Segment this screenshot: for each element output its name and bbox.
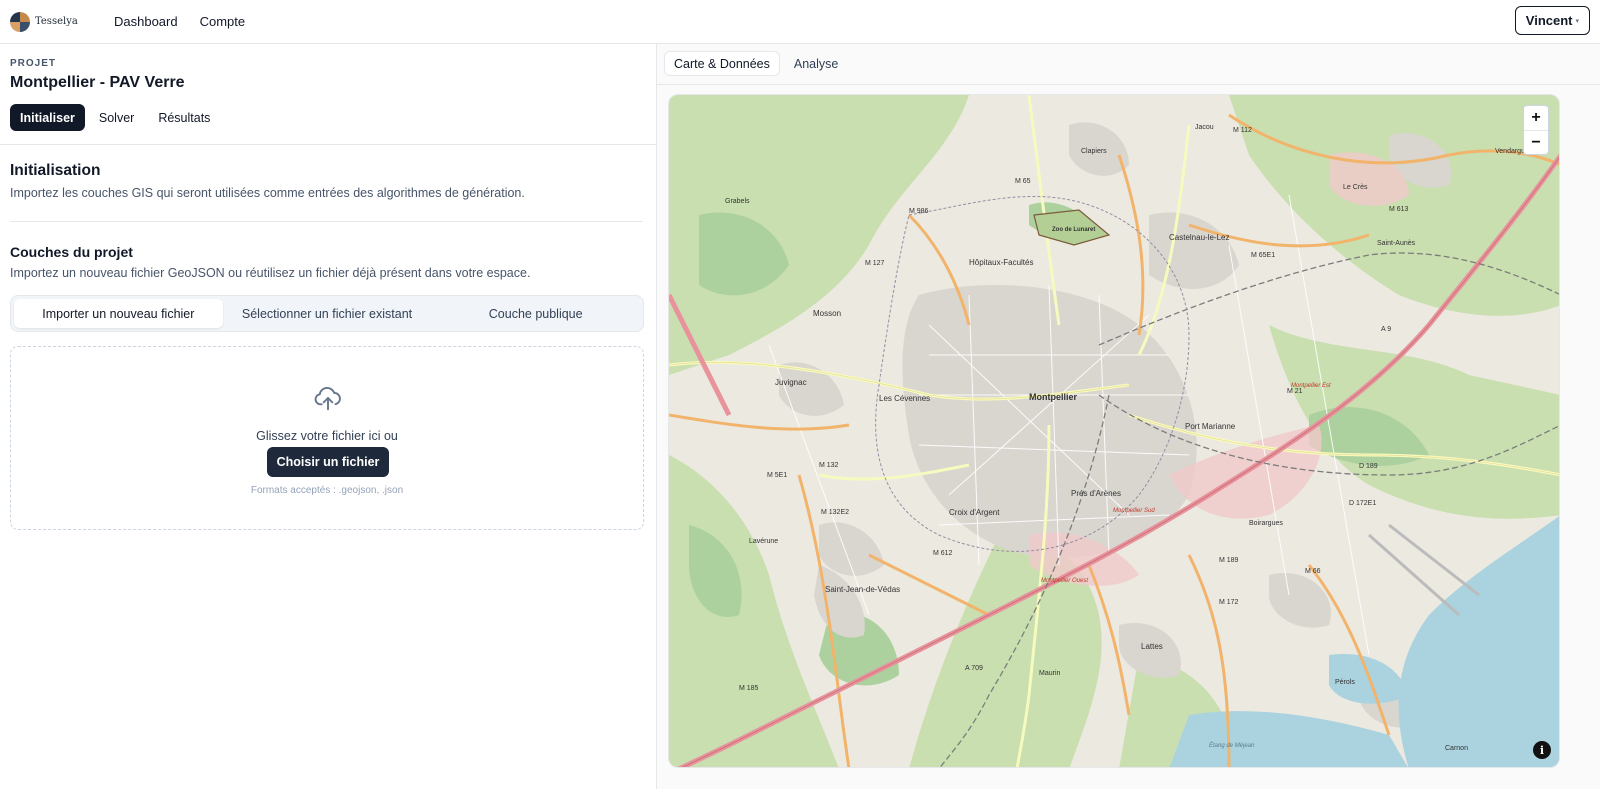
project-label: PROJET: [10, 58, 57, 69]
map-label-juvignac: Juvignac: [775, 378, 807, 387]
project-steps: Initialiser Solver Résultats: [10, 104, 220, 131]
map-label-lattes: Lattes: [1141, 642, 1163, 651]
map-label-mosson: Mosson: [813, 309, 841, 318]
map-label-boirargues: Boirargues: [1249, 520, 1283, 527]
map-label-zoo: Zoo de Lunaret: [1052, 227, 1095, 233]
zoom-controls: + −: [1523, 105, 1549, 155]
brand-name: Tesselya: [35, 16, 78, 27]
step-tab-initialiser[interactable]: Initialiser: [10, 104, 85, 131]
map-canvas[interactable]: Montpellier Castelnau-le-Lez Hôpitaux-Fa…: [669, 95, 1560, 768]
zoom-in-button[interactable]: +: [1524, 106, 1548, 130]
map-road-m127: M 127: [865, 260, 885, 267]
map-road-m66: M 66: [1305, 568, 1321, 575]
top-navbar: Tesselya Dashboard Compte Vincent ▾: [0, 0, 1600, 44]
map-road-m172: M 172: [1219, 599, 1239, 606]
map-road-m613: M 613: [1389, 206, 1409, 213]
view-tabs: Carte & Données Analyse: [664, 51, 848, 76]
map-label-laverune: Lavérune: [749, 538, 778, 545]
map-road-d189: D 189: [1359, 463, 1378, 470]
map-label-port-marianne: Port Marianne: [1185, 422, 1236, 431]
choose-file-button[interactable]: Choisir un fichier: [267, 447, 389, 477]
map-label-saint-aunes: Saint-Aunès: [1377, 240, 1416, 247]
map-road-a709: A 709: [965, 665, 983, 672]
step-tab-solver[interactable]: Solver: [89, 104, 144, 131]
divider: [10, 221, 643, 222]
map-road-m112: M 112: [1233, 127, 1252, 134]
divider: [0, 144, 656, 145]
map-panel: Carte & Données Analyse Montpellier Cast…: [657, 44, 1600, 789]
map-road-m65e1: M 65E1: [1251, 252, 1275, 259]
divider: [657, 84, 1600, 85]
map-road-m132: M 132: [819, 462, 839, 469]
user-menu-button[interactable]: Vincent ▾: [1514, 6, 1590, 35]
layers-description: Importez un nouveau fichier GeoJSON ou r…: [10, 266, 531, 280]
tab-map-data[interactable]: Carte & Données: [664, 51, 780, 76]
info-icon[interactable]: i: [1533, 741, 1551, 759]
map-label-etang-mejean: Étang de Méjean: [1209, 742, 1255, 749]
map-label-pres-arenes: Prés d'Arènes: [1071, 489, 1121, 498]
file-dropzone[interactable]: Glissez votre fichier ici ou Choisir un …: [10, 346, 644, 530]
accepted-formats-hint: Formats acceptés : .geojson, .json: [250, 485, 404, 496]
map-label-hopitaux: Hôpitaux-Facultés: [969, 258, 1033, 267]
map-road-m185: M 185: [739, 685, 759, 692]
tab-public-layer[interactable]: Couche publique: [431, 299, 640, 328]
map-label-castelnau: Castelnau-le-Lez: [1169, 233, 1229, 242]
zoom-out-button[interactable]: −: [1524, 130, 1548, 154]
map-road-m612: M 612: [933, 550, 953, 557]
map-label-maurin: Maurin: [1039, 670, 1061, 677]
init-description: Importez les couches GIS qui seront util…: [10, 186, 525, 200]
map-road-d172e1: D 172E1: [1349, 500, 1376, 507]
layer-source-tabs: Importer un nouveau fichier Sélectionner…: [10, 295, 644, 332]
map-label-carnon: Carnon: [1445, 745, 1468, 752]
upload-cloud-icon: [314, 387, 341, 411]
tab-analysis[interactable]: Analyse: [784, 51, 848, 76]
map-road-m132e2: M 132E2: [821, 509, 849, 516]
project-title: Montpellier - PAV Verre: [10, 74, 185, 91]
nav-dashboard-link[interactable]: Dashboard: [114, 14, 178, 29]
map-view[interactable]: Montpellier Castelnau-le-Lez Hôpitaux-Fa…: [668, 94, 1560, 768]
map-label-grabels: Grabels: [725, 198, 750, 205]
map-label-le-cres: Le Crès: [1343, 184, 1368, 191]
brand-logo-link[interactable]: Tesselya: [10, 11, 114, 32]
map-road-m21: M 21: [1287, 388, 1303, 395]
map-label-montpellier-sud: Montpellier Sud: [1113, 508, 1155, 514]
map-label-perols: Pérols: [1335, 679, 1355, 686]
nav-account-link[interactable]: Compte: [200, 14, 246, 29]
map-label-montpellier-ouest: Montpellier Ouest: [1041, 578, 1088, 584]
dropzone-text: Glissez votre fichier ici ou: [256, 429, 398, 443]
step-tab-resultats[interactable]: Résultats: [148, 104, 220, 131]
map-road-m5e1: M 5E1: [767, 472, 787, 479]
map-label-jacou: Jacou: [1195, 124, 1214, 131]
map-road-a9: A 9: [1381, 326, 1391, 333]
tab-select-existing-file[interactable]: Sélectionner un fichier existant: [223, 299, 432, 328]
map-label-croix-argent: Croix d'Argent: [949, 508, 1000, 517]
map-label-montpellier: Montpellier: [1029, 392, 1077, 402]
map-label-cevennes: Les Cévennes: [879, 394, 930, 403]
layers-heading: Couches du projet: [10, 244, 133, 260]
tesselya-logo-icon: [10, 11, 30, 32]
init-heading: Initialisation: [10, 162, 101, 179]
map-label-saint-jean: Saint-Jean-de-Védas: [825, 585, 900, 594]
chevron-down-icon: ▾: [1575, 17, 1579, 25]
user-name: Vincent: [1525, 13, 1573, 28]
map-road-m65: M 65: [1015, 178, 1031, 185]
map-road-m986: M 986: [909, 208, 929, 215]
tab-import-new-file[interactable]: Importer un nouveau fichier: [14, 299, 223, 328]
map-road-m189: M 189: [1219, 557, 1239, 564]
project-panel: PROJET Montpellier - PAV Verre Initialis…: [0, 44, 657, 789]
map-label-clapiers: Clapiers: [1081, 148, 1107, 155]
